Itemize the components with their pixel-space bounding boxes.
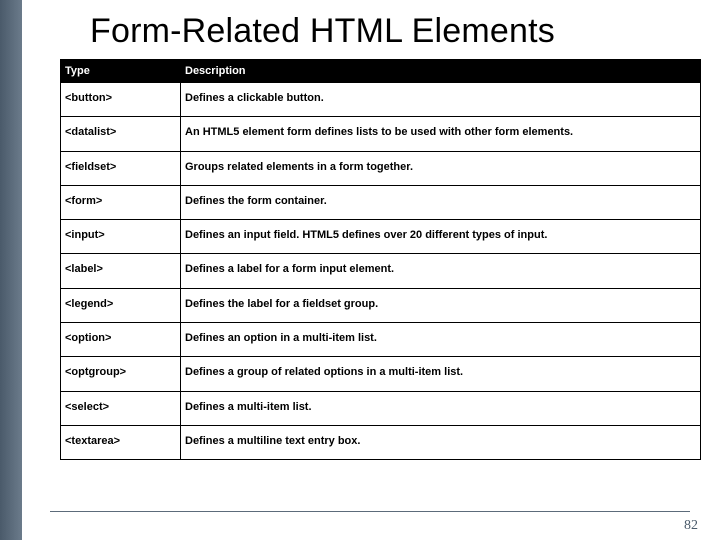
cell-type: <legend> bbox=[61, 288, 181, 322]
cell-type: <option> bbox=[61, 323, 181, 357]
cell-desc: Defines a group of related options in a … bbox=[181, 357, 701, 391]
table-row: <fieldset> Groups related elements in a … bbox=[61, 151, 701, 185]
table-row: <textarea> Defines a multiline text entr… bbox=[61, 425, 701, 459]
cell-desc: Defines a label for a form input element… bbox=[181, 254, 701, 288]
cell-desc: Defines a multi-item list. bbox=[181, 391, 701, 425]
table-header-row: Type Description bbox=[61, 60, 701, 83]
cell-type: <fieldset> bbox=[61, 151, 181, 185]
cell-type: <optgroup> bbox=[61, 357, 181, 391]
table-row: <input> Defines an input field. HTML5 de… bbox=[61, 220, 701, 254]
elements-table: Type Description <button> Defines a clic… bbox=[60, 59, 701, 460]
cell-type: <label> bbox=[61, 254, 181, 288]
table-row: <option> Defines an option in a multi-it… bbox=[61, 323, 701, 357]
cell-type: <input> bbox=[61, 220, 181, 254]
cell-desc: Groups related elements in a form togeth… bbox=[181, 151, 701, 185]
table-row: <select> Defines a multi-item list. bbox=[61, 391, 701, 425]
cell-desc: Defines the form container. bbox=[181, 185, 701, 219]
table-row: <legend> Defines the label for a fieldse… bbox=[61, 288, 701, 322]
table-row: <datalist> An HTML5 element form defines… bbox=[61, 117, 701, 151]
col-header-type: Type bbox=[61, 60, 181, 83]
cell-desc: An HTML5 element form defines lists to b… bbox=[181, 117, 701, 151]
cell-desc: Defines an option in a multi-item list. bbox=[181, 323, 701, 357]
cell-type: <select> bbox=[61, 391, 181, 425]
table-row: <optgroup> Defines a group of related op… bbox=[61, 357, 701, 391]
page-title: Form-Related HTML Elements bbox=[90, 12, 700, 51]
cell-type: <button> bbox=[61, 83, 181, 117]
col-header-desc: Description bbox=[181, 60, 701, 83]
table-row: <button> Defines a clickable button. bbox=[61, 83, 701, 117]
slide: Form-Related HTML Elements Type Descript… bbox=[0, 0, 720, 540]
cell-type: <textarea> bbox=[61, 425, 181, 459]
cell-type: <datalist> bbox=[61, 117, 181, 151]
page-number: 82 bbox=[684, 518, 698, 534]
cell-desc: Defines a clickable button. bbox=[181, 83, 701, 117]
cell-desc: Defines a multiline text entry box. bbox=[181, 425, 701, 459]
table-row: <label> Defines a label for a form input… bbox=[61, 254, 701, 288]
table-row: <form> Defines the form container. bbox=[61, 185, 701, 219]
cell-type: <form> bbox=[61, 185, 181, 219]
cell-desc: Defines the label for a fieldset group. bbox=[181, 288, 701, 322]
cell-desc: Defines an input field. HTML5 defines ov… bbox=[181, 220, 701, 254]
accent-bar bbox=[0, 0, 22, 540]
footer-rule bbox=[50, 511, 690, 512]
